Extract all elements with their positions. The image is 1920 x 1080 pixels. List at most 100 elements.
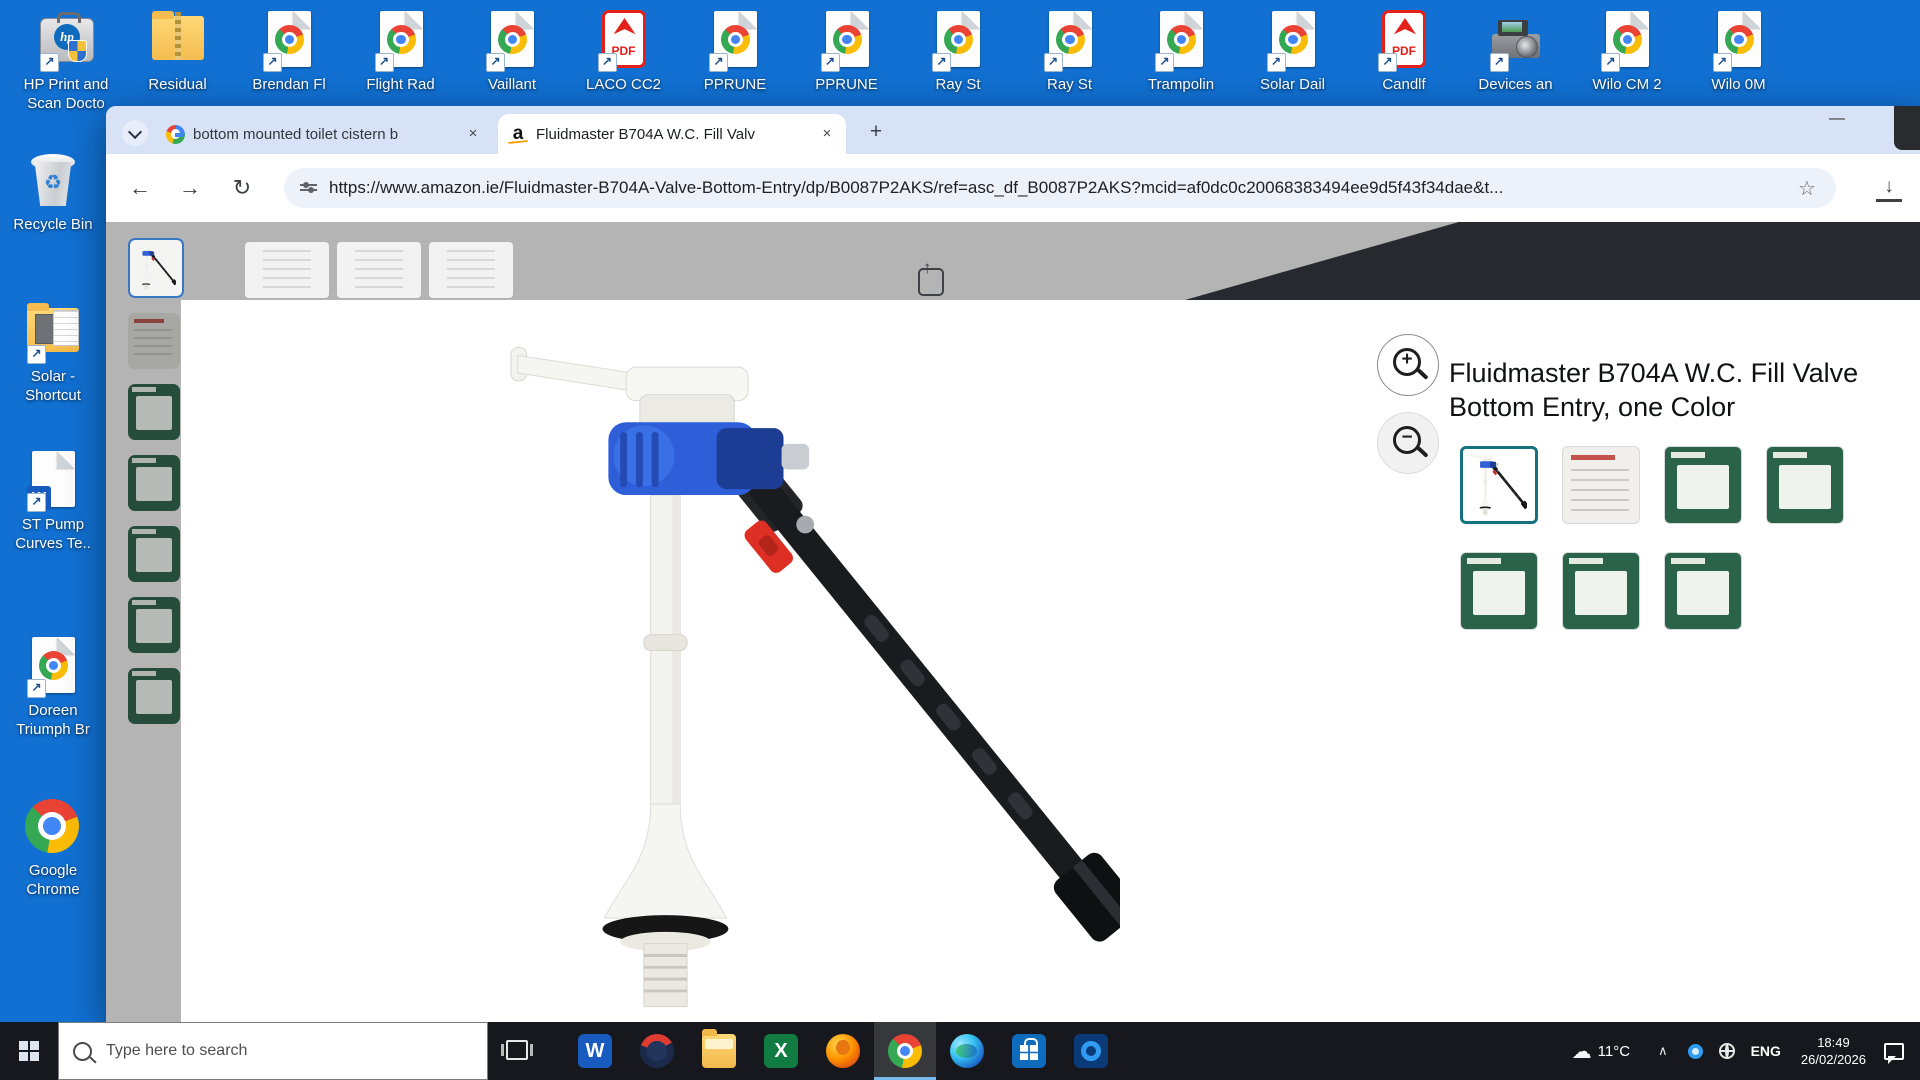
shortcut-arrow-icon: ↗ — [27, 493, 46, 512]
weather-cloud-icon[interactable]: ☁ — [1572, 1039, 1592, 1064]
window-minimize-button[interactable]: — — [1822, 106, 1852, 136]
taskbar-app-folder2[interactable] — [688, 1022, 750, 1080]
forward-button[interactable]: → — [172, 170, 208, 206]
taskbar-app-edge[interactable] — [936, 1022, 998, 1080]
desktop-icon-printer[interactable]: ↗Devices an — [1466, 10, 1566, 94]
clock[interactable]: 18:49 26/02/2026 — [1801, 1034, 1866, 1068]
rail-thumbnail[interactable] — [128, 668, 180, 724]
chrome-logo-icon — [1725, 25, 1754, 54]
clock-time: 18:49 — [1801, 1034, 1866, 1051]
downloads-icon[interactable]: ↓ — [1876, 176, 1902, 202]
bookmark-star-icon[interactable]: ☆ — [1794, 176, 1820, 201]
desktop-icon-zip[interactable]: Residual — [128, 10, 228, 94]
tab-search-chevron-icon[interactable] — [122, 120, 148, 146]
action-center-icon[interactable] — [1884, 1043, 1904, 1060]
desktop-icon-chromedoc[interactable]: ↗Trampolin — [1131, 10, 1231, 94]
taskbar-app-opera[interactable] — [626, 1022, 688, 1080]
desktop-icon-label: Google Chrome — [3, 861, 103, 899]
document-icon — [53, 310, 79, 346]
search-input[interactable] — [104, 1041, 487, 1061]
desktop-icon-label: LACO CC2 — [574, 75, 674, 94]
back-button[interactable]: ← — [122, 170, 158, 206]
taskbar-app-word[interactable]: W — [564, 1022, 626, 1080]
product-thumbnail-4[interactable] — [1766, 446, 1844, 524]
zoom-out-button[interactable] — [1377, 412, 1439, 474]
taskbar-search-box[interactable] — [58, 1022, 488, 1080]
chrome-logo-icon — [39, 651, 68, 680]
desktop-icon-chromedoc[interactable]: ↗Wilo 0M — [1689, 10, 1789, 94]
desktop-icon-chromedoc[interactable]: ↗Wilo CM 2 — [1577, 10, 1677, 94]
desktop-icon-chromedoc[interactable]: ↗Brendan Fl — [239, 10, 339, 94]
shortcut-arrow-icon: ↗ — [263, 53, 282, 72]
tab-title: Fluidmaster B704A W.C. Fill Valv — [536, 126, 810, 143]
rail-thumbnail[interactable] — [128, 313, 180, 369]
desktop-icon-chromedoc[interactable]: ↗Flight Rad — [351, 10, 451, 94]
taskbar-app-outlook[interactable] — [1060, 1022, 1122, 1080]
shortcut-arrow-icon: ↗ — [27, 345, 46, 364]
task-view-button[interactable] — [488, 1022, 546, 1080]
desktop-icon-pdf[interactable]: PDF↗LACO CC2 — [574, 10, 674, 94]
desktop-icon-chromedoc[interactable]: ↗Solar Dail — [1243, 10, 1343, 94]
product-thumbnail-3[interactable] — [1664, 446, 1742, 524]
rail-thumbnail[interactable] — [128, 455, 180, 511]
desktop-icon-recycle[interactable]: ♻Recycle Bin — [3, 150, 103, 234]
zipper-icon — [175, 12, 181, 60]
product-thumbnail-7[interactable] — [1664, 552, 1742, 630]
camera-lens-icon — [1516, 36, 1538, 58]
image-zoom-modal: Fluidmaster B704A W.C. Fill Valve Bottom… — [181, 300, 1920, 1022]
taskbar-app-chrome2[interactable] — [874, 1022, 936, 1080]
taskbar-app-excel[interactable]: X — [750, 1022, 812, 1080]
search-icon — [73, 1042, 92, 1061]
desktop-icon-pdf[interactable]: PDF↗Candlf — [1354, 10, 1454, 94]
rail-thumbnail[interactable] — [128, 384, 180, 440]
start-button[interactable] — [0, 1022, 58, 1080]
word-icon: W — [578, 1034, 612, 1068]
network-globe-icon[interactable] — [1719, 1043, 1735, 1059]
shortcut-arrow-icon: ↗ — [27, 679, 46, 698]
reload-button[interactable]: ↻ — [224, 170, 260, 206]
desktop-icon-word[interactable]: W↗ST Pump Curves Te.. — [3, 450, 103, 553]
share-icon[interactable] — [918, 268, 944, 296]
desktop-icon-chromedoc[interactable]: ↗PPRUNE — [797, 10, 897, 94]
desktop-icon-solar[interactable]: ↗Solar - Shortcut — [3, 302, 103, 405]
weather-temperature[interactable]: 11°C — [1598, 1043, 1630, 1060]
desktop-icon-chromedoc[interactable]: ↗Ray St — [1020, 10, 1120, 94]
desktop-icon-chrome[interactable]: Google Chrome — [3, 796, 103, 899]
device-panel-icon — [35, 314, 55, 344]
tab-close-icon[interactable]: × — [818, 125, 836, 143]
url-text[interactable]: https://www.amazon.ie/Fluidmaster-B704A-… — [329, 178, 1794, 198]
zoom-in-button[interactable] — [1377, 334, 1439, 396]
address-bar[interactable]: https://www.amazon.ie/Fluidmaster-B704A-… — [284, 168, 1836, 208]
desktop-icon-label: PPRUNE — [685, 75, 785, 94]
rail-thumbnail[interactable] — [128, 597, 180, 653]
tray-overflow-chevron-icon[interactable]: ∧ — [1658, 1043, 1668, 1059]
product-thumbnail-1[interactable] — [1460, 446, 1538, 524]
taskbar-app-firefox[interactable] — [812, 1022, 874, 1080]
shortcut-arrow-icon: ↗ — [1713, 53, 1732, 72]
language-indicator[interactable]: ENG — [1751, 1043, 1781, 1059]
tab-close-icon[interactable]: × — [464, 125, 482, 143]
rail-thumbnail[interactable] — [128, 238, 184, 298]
product-thumbnail-6[interactable] — [1562, 552, 1640, 630]
product-thumbnail-2[interactable] — [1562, 446, 1640, 524]
window-control-corner[interactable] — [1894, 106, 1920, 150]
desktop-icon-hp[interactable]: hp↗HP Print and Scan Docto — [16, 10, 116, 113]
desktop-icon-chromedoc[interactable]: ↗ PPRUNE — [685, 10, 785, 94]
tray-app-icon[interactable] — [1688, 1044, 1703, 1059]
tab-google-search[interactable]: bottom mounted toilet cistern b × — [156, 114, 492, 154]
taskbar-app-store[interactable] — [998, 1022, 1060, 1080]
desktop-icon-label: ST Pump Curves Te.. — [3, 515, 103, 553]
desktop-icon-chromedoc[interactable]: ↗Ray St — [908, 10, 1008, 94]
system-tray: ☁ 11°C ∧ ENG 18:49 26/02/2026 — [1572, 1022, 1920, 1080]
product-thumbnail-5[interactable] — [1460, 552, 1538, 630]
desktop-icon-chromedoc[interactable]: ↗Vaillant — [462, 10, 562, 94]
tab-amazon-product[interactable]: a Fluidmaster B704A W.C. Fill Valv × — [498, 114, 846, 154]
rail-thumbnail[interactable] — [128, 526, 180, 582]
shortcut-arrow-icon: ↗ — [709, 53, 728, 72]
shortcut-arrow-icon: ↗ — [1044, 53, 1063, 72]
site-settings-icon[interactable] — [300, 181, 317, 195]
firefox-icon — [826, 1034, 860, 1068]
new-tab-button[interactable]: + — [862, 119, 890, 147]
desktop-icon-chromedoc[interactable]: ↗Doreen Triumph Br — [3, 636, 103, 739]
clock-date: 26/02/2026 — [1801, 1051, 1866, 1068]
